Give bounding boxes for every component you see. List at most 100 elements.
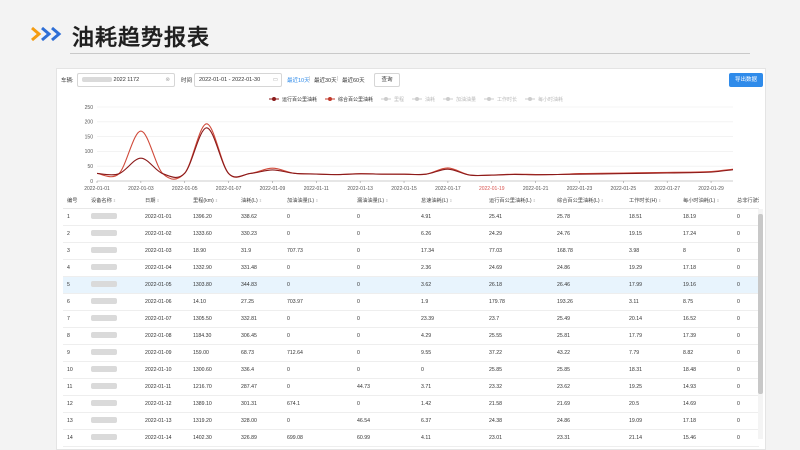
device-name-cell-redacted (87, 327, 141, 345)
table-row[interactable]: 11 2022-01-11 1216.70 287.47 0 44.73 3.71 23.32… (63, 378, 759, 396)
column-header[interactable]: 日期⇕ (141, 194, 189, 209)
table-row[interactable]: 13 2022-01-13 1319.20 328.00 0 46.54 6.37 24.38… (63, 412, 759, 430)
device-name-cell-redacted (87, 412, 141, 430)
legend-label[interactable]: 工作时长 (497, 96, 517, 103)
table-cell: 0 (353, 208, 417, 226)
quick-range-10d[interactable]: 最近10天 (287, 76, 310, 84)
legend-label[interactable]: 里程 (394, 96, 404, 103)
sort-icon[interactable]: ⇕ (716, 198, 719, 203)
column-header[interactable]: 综合百公里油耗(L)⇕ (553, 194, 625, 209)
sort-icon[interactable]: ⇕ (533, 198, 536, 203)
calendar-icon[interactable]: ▭ (273, 74, 278, 86)
table-cell: 707.73 (283, 242, 353, 260)
table-cell: 1216.70 (189, 378, 237, 396)
table-cell: 17.39 (679, 327, 733, 345)
redacted-text (91, 365, 117, 372)
table-row[interactable]: 10 2022-01-10 1300.60 336.4 0 0 0 25.85 25.85 18.… (63, 361, 759, 379)
table-cell: 1332.90 (189, 259, 237, 277)
table-cell: 301.31 (237, 395, 283, 413)
table-row[interactable]: 12 2022-01-12 1389.10 301.31 674.1 0 1.42 21.58… (63, 395, 759, 413)
sort-icon[interactable]: ⇕ (215, 198, 218, 203)
sort-icon[interactable]: ⇕ (601, 198, 604, 203)
table-cell: 46.54 (353, 412, 417, 430)
column-header-label: 设备名称 (91, 198, 112, 205)
table-cell: 8.75 (679, 293, 733, 311)
table-cell: 0 (353, 310, 417, 328)
column-header[interactable]: 加油油量(L)⇕ (283, 194, 353, 209)
date-range-input[interactable]: 2022-01-01 - 2022-01-30 ▭ (194, 73, 282, 87)
table-cell: 179.78 (485, 293, 553, 311)
table-cell: 8 (679, 242, 733, 260)
sort-icon[interactable]: ⇕ (259, 198, 262, 203)
legend-marker (384, 97, 388, 101)
table-cell: 2022-01-13 (141, 412, 189, 430)
column-header[interactable]: 漏油油量(L)⇕ (353, 194, 417, 209)
table-cell: 1333.60 (189, 225, 237, 243)
quick-range-60d[interactable]: 最近60天 (342, 76, 365, 84)
query-button[interactable]: 查询 (374, 73, 400, 87)
table-cell: 2022-01-14 (141, 429, 189, 447)
legend-marker (415, 97, 419, 101)
table-row[interactable]: 7 2022-01-07 1305.50 332.81 0 0 23.39 23.7 25.49… (63, 310, 759, 328)
table-cell: 328.00 (237, 412, 283, 430)
table-cell: 332.81 (237, 310, 283, 328)
sort-icon[interactable]: ⇕ (156, 198, 159, 203)
vehicle-select[interactable]: 2022 1172 ⊗ (77, 73, 175, 87)
data-table: 编号 设备名称⇕ 日期⇕ 里程(km)⇕ 油耗(L)⇕ 加油油量(L)⇕ 漏油油量(L)⇕ 怠… (63, 194, 759, 449)
legend-label[interactable]: 油耗 (425, 96, 435, 103)
column-header[interactable]: 设备名称⇕ (87, 194, 141, 209)
table-cell: 17.24 (679, 225, 733, 243)
table-cell: 24.76 (553, 225, 625, 243)
export-button[interactable]: 导出数据 (729, 73, 763, 87)
table-cell: 168.78 (553, 242, 625, 260)
sort-icon[interactable]: ⇕ (385, 198, 388, 203)
table-cell: 0 (417, 361, 485, 379)
table-cell: 0 (733, 225, 759, 243)
legend-label[interactable]: 加油油量 (456, 96, 476, 103)
column-header[interactable]: 工作时长(H)⇕ (625, 194, 679, 209)
table-row[interactable]: 9 2022-01-09 159.00 68.73 712.64 0 9.55 37.22 43… (63, 344, 759, 362)
table-row[interactable]: 4 2022-01-04 1332.90 331.48 0 0 2.36 24.69 24.86… (63, 259, 759, 277)
table-cell: 1305.50 (189, 310, 237, 328)
table-cell: 17.99 (625, 276, 679, 294)
quick-range-30d[interactable]: 最近30天 (314, 76, 337, 84)
legend-label[interactable]: 综合百公里油耗 (338, 96, 373, 103)
table-row[interactable]: 6 2022-01-06 14.10 27.25 703.97 0 1.9 179.78 193… (63, 293, 759, 311)
x-tick-label: 2022-01-23 (567, 186, 593, 192)
table-row[interactable]: 8 2022-01-08 1184.30 306.45 0 0 4.29 25.55 25.81… (63, 327, 759, 345)
table-row[interactable]: 5 2022-01-05 1303.80 344.83 0 0 3.62 26.18 26.46… (63, 276, 759, 294)
column-header[interactable]: 每小时油耗(L)⇕ (679, 194, 733, 209)
table-cell: 18.51 (625, 208, 679, 226)
table-cell: 8 (63, 327, 87, 345)
table-row[interactable]: 14 2022-01-14 1402.30 326.89 699.08 60.99 4.11… (63, 429, 759, 447)
legend-label[interactable]: 运行百公里油耗 (282, 96, 317, 103)
column-header[interactable]: 运行百公里油耗(L)⇕ (485, 194, 553, 209)
column-header[interactable]: 里程(km)⇕ (189, 194, 237, 209)
table-cell: 31.9 (237, 242, 283, 260)
column-header[interactable]: 油耗(L)⇕ (237, 194, 283, 209)
table-cell: 0 (733, 344, 759, 362)
table-cell: 6.26 (417, 225, 485, 243)
column-header-label: 怠速油耗(L) (421, 198, 449, 205)
table-scroll-thumb[interactable] (758, 214, 763, 394)
sort-icon[interactable]: ⇕ (658, 198, 661, 203)
table-row[interactable]: 3 2022-01-03 18.90 31.9 707.73 0 17.34 77.03 168… (63, 242, 759, 260)
table-cell: 4.29 (417, 327, 485, 345)
clear-icon[interactable]: ⊗ (165, 74, 170, 86)
sort-icon[interactable]: ⇕ (113, 198, 116, 203)
sort-icon[interactable]: ⇕ (315, 198, 318, 203)
table-row[interactable]: 1 2022-01-01 1396.20 338.62 0 0 4.91 25.41 25.78… (63, 208, 759, 226)
y-tick-label: 50 (87, 164, 93, 170)
sort-icon[interactable]: ⇕ (449, 198, 452, 203)
column-header-label: 每小时油耗(L) (683, 198, 716, 205)
column-header[interactable]: 总非行驶油耗(L)⇕ (733, 194, 759, 209)
y-tick-label: 0 (90, 179, 93, 185)
table-cell: 0 (353, 327, 417, 345)
column-header[interactable]: 怠速油耗(L)⇕ (417, 194, 485, 209)
table-cell: 2022-01-10 (141, 361, 189, 379)
column-header-label: 总非行驶油耗(L) (737, 198, 759, 205)
table-cell: 5 (63, 276, 87, 294)
table-row[interactable]: 2 2022-01-02 1333.60 330.23 0 0 6.26 24.29 24.76… (63, 225, 759, 243)
redacted-text (91, 263, 117, 270)
legend-label[interactable]: 每小时油耗 (538, 96, 563, 103)
